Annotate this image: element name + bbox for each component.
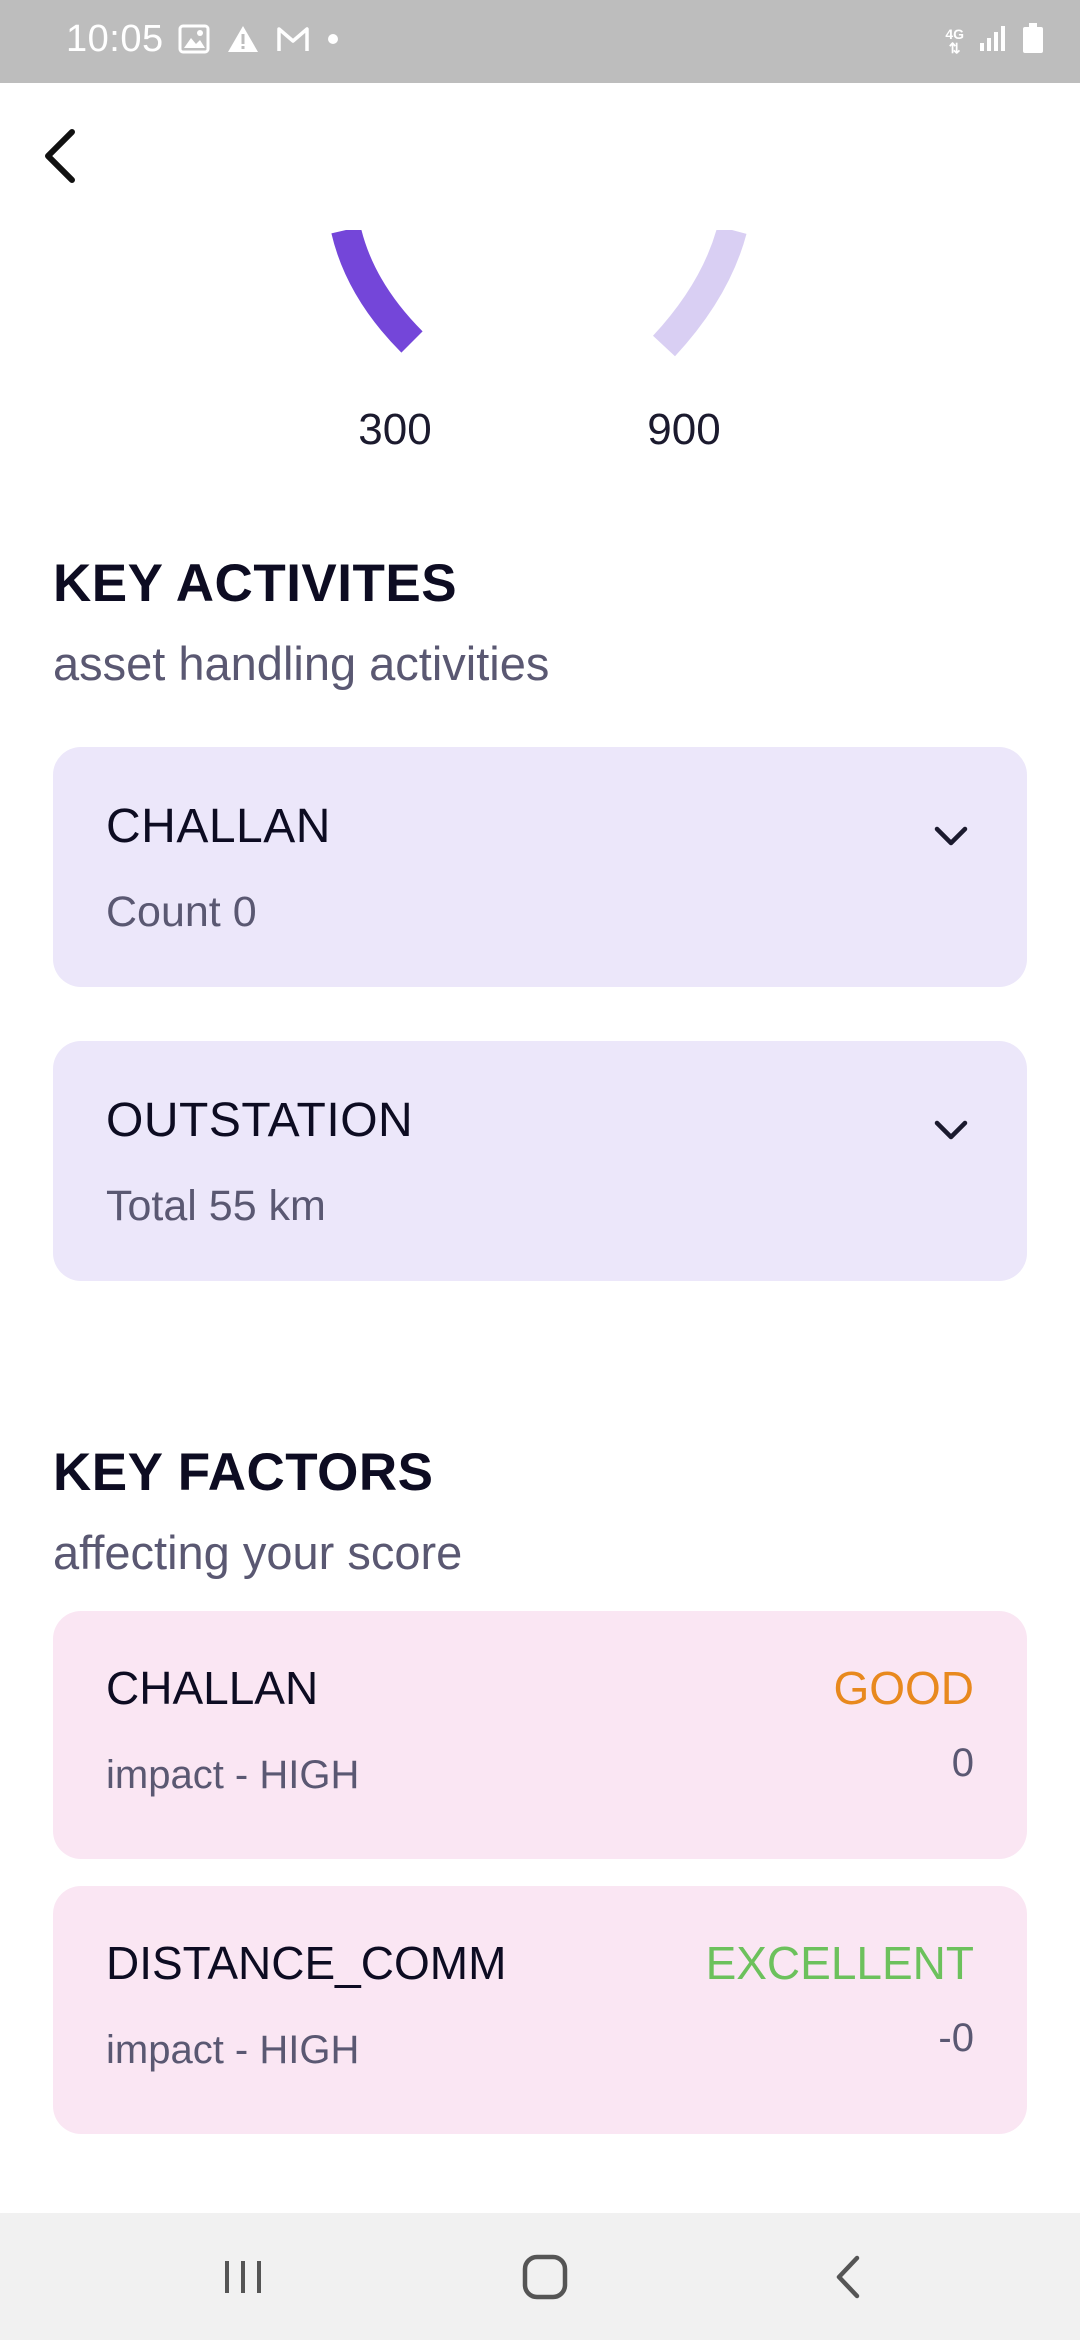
factor-value: -0 (938, 2016, 974, 2060)
home-button[interactable] (470, 2213, 620, 2340)
system-back-button[interactable] (773, 2213, 923, 2340)
factor-card-distance-comm: DISTANCE_COMM impact - HIGH EXCELLENT -0 (53, 1886, 1027, 2134)
dot-icon (326, 32, 340, 46)
image-icon (178, 24, 210, 54)
factor-rating: GOOD (833, 1662, 974, 1714)
gauge-filled-arc (331, 226, 423, 353)
activity-detail: Total 55 km (106, 1182, 326, 1230)
status-time: 10:05 (66, 18, 164, 60)
score-gauge (0, 225, 1080, 360)
gauge-max-label: 900 (647, 405, 721, 454)
key-factors-title: KEY FACTORS (53, 1443, 434, 1502)
network-icon: 4G ⇅ (945, 25, 964, 56)
recent-apps-button[interactable] (168, 2213, 318, 2340)
factor-title: CHALLAN (106, 1662, 319, 1714)
gauge-track-arc (652, 225, 747, 357)
system-back-icon (836, 2255, 860, 2298)
gmail-icon (276, 25, 310, 53)
battery-icon (1022, 22, 1044, 59)
factor-title: DISTANCE_COMM (106, 1937, 507, 1989)
back-arrow-icon (45, 129, 75, 183)
factor-impact: impact - HIGH (106, 2028, 360, 2072)
activity-card-challan[interactable]: CHALLAN Count 0 (53, 747, 1027, 987)
signal-icon (978, 23, 1008, 58)
factor-value: 0 (951, 1741, 974, 1785)
gauge-arc (331, 225, 747, 357)
key-activities-subtitle: asset handling activities (53, 637, 550, 690)
key-activities-title: KEY ACTIVITES (53, 554, 458, 613)
network-label: 4G (945, 25, 964, 42)
key-factors-subtitle: affecting your score (53, 1526, 463, 1579)
factor-impact: impact - HIGH (106, 1753, 360, 1797)
gauge-min-label: 300 (358, 405, 432, 454)
activity-card-outstation[interactable]: OUTSTATION Total 55 km (53, 1041, 1027, 1281)
navigation-bar (0, 2213, 1080, 2340)
activity-title: CHALLAN (106, 800, 331, 853)
back-button[interactable] (32, 120, 88, 192)
notification-icons (178, 24, 340, 54)
status-bar: 10:05 4G ⇅ (0, 0, 1080, 83)
warning-icon (226, 24, 260, 54)
home-icon (522, 2254, 568, 2299)
recent-apps-icon (225, 2260, 261, 2293)
activity-title: OUTSTATION (106, 1094, 414, 1147)
system-icons: 4G ⇅ (945, 22, 1044, 59)
factor-card-challan: CHALLAN impact - HIGH GOOD 0 (53, 1611, 1027, 1859)
activity-detail: Count 0 (106, 888, 257, 936)
chevron-down-icon[interactable] (933, 1119, 969, 1141)
chevron-down-icon[interactable] (933, 825, 969, 847)
factor-rating: EXCELLENT (705, 1937, 974, 1989)
